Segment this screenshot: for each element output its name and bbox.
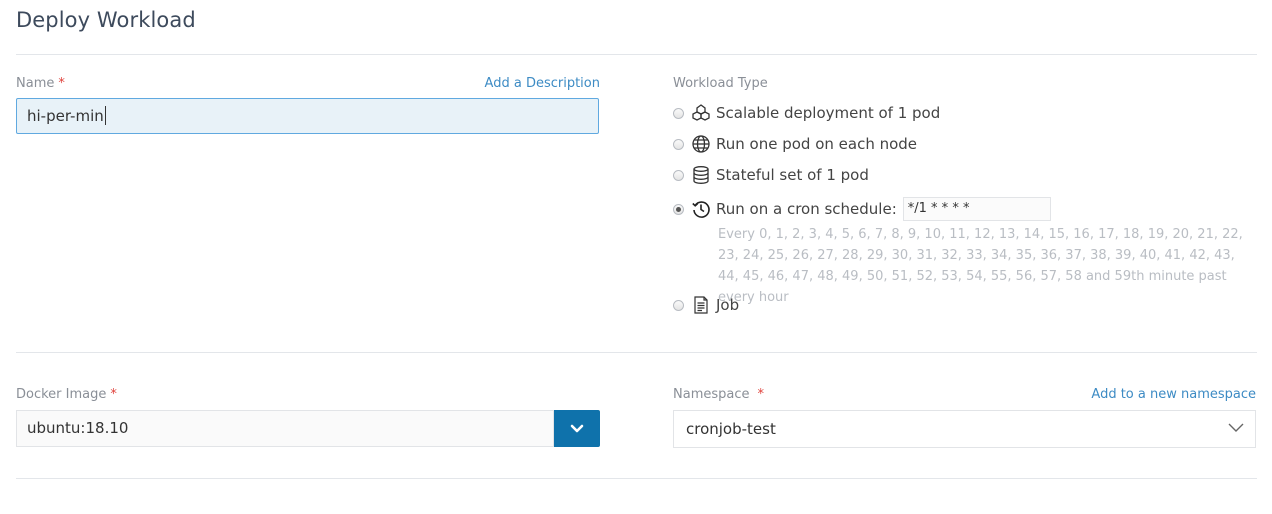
globe-icon — [691, 134, 711, 154]
workload-option-daemonset[interactable]: Run one pod on each node — [673, 132, 917, 156]
database-icon — [691, 165, 711, 185]
name-input-value: hi-per-min — [27, 107, 104, 125]
radio-daemonset[interactable] — [673, 138, 684, 150]
namespace-label: Namespace * — [673, 387, 764, 402]
name-label-text: Name — [16, 76, 55, 91]
docker-image-label-text: Docker Image — [16, 387, 107, 402]
required-mark: * — [110, 387, 117, 402]
docker-image-input[interactable]: ubuntu:18.10 — [16, 410, 554, 447]
required-mark: * — [58, 76, 65, 91]
cron-schedule-input[interactable]: */1 * * * * — [902, 197, 1051, 221]
option-label: Job — [716, 296, 740, 314]
docker-image-dropdown-button[interactable] — [554, 410, 600, 447]
page-title: Deploy Workload — [16, 8, 196, 32]
namespace-select-value: cronjob-test — [686, 420, 776, 438]
clock-history-icon — [691, 199, 711, 219]
option-label: Scalable deployment of 1 pod — [716, 104, 941, 122]
document-icon — [691, 295, 711, 315]
required-mark: * — [757, 387, 765, 402]
namespace-select[interactable]: cronjob-test — [673, 410, 1256, 448]
chevron-down-icon — [1228, 423, 1244, 432]
section-divider — [16, 352, 1257, 353]
header-divider — [16, 54, 1257, 55]
radio-scalable[interactable] — [673, 107, 684, 119]
name-label: Name * — [16, 76, 65, 91]
workload-option-statefulset[interactable]: Stateful set of 1 pod — [673, 163, 869, 187]
scalable-deployment-icon — [691, 103, 711, 123]
add-description-link[interactable]: Add a Description — [485, 76, 600, 91]
radio-cronjob[interactable] — [673, 203, 684, 215]
name-input[interactable]: hi-per-min — [16, 98, 599, 134]
footer-divider — [16, 478, 1257, 479]
radio-job[interactable] — [673, 299, 684, 311]
text-cursor — [104, 106, 106, 125]
radio-statefulset[interactable] — [673, 169, 684, 181]
option-label: Run one pod on each node — [716, 135, 918, 153]
cron-help-text: Every 0, 1, 2, 3, 4, 5, 6, 7, 8, 9, 10, … — [718, 227, 1243, 305]
option-label: Run on a cron schedule: — [716, 200, 897, 218]
workload-option-scalable[interactable]: Scalable deployment of 1 pod — [673, 101, 940, 125]
workload-option-cronjob[interactable]: Run on a cron schedule: */1 * * * * — [673, 197, 1051, 221]
add-namespace-link[interactable]: Add to a new namespace — [1091, 387, 1256, 402]
namespace-label-text: Namespace — [673, 387, 750, 402]
option-label: Stateful set of 1 pod — [716, 166, 869, 184]
workload-option-job[interactable]: Job — [673, 293, 739, 317]
workload-type-label: Workload Type — [673, 76, 768, 91]
chevron-down-icon — [570, 424, 584, 432]
docker-image-label: Docker Image * — [16, 387, 117, 402]
